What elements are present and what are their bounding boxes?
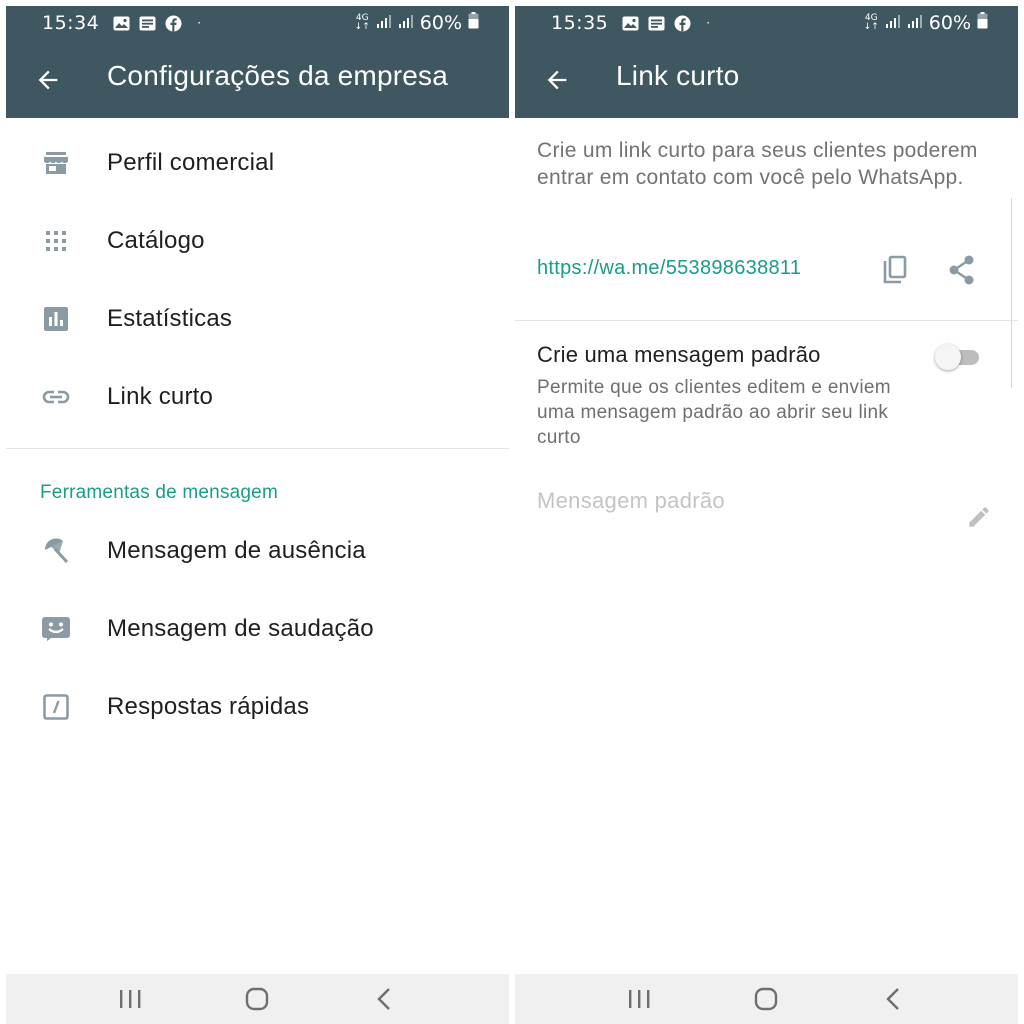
status-bar: 15:34 · 4G ↓↑ 60% xyxy=(6,6,509,40)
signal-icon xyxy=(885,12,901,34)
arrow-back-icon[interactable] xyxy=(34,66,62,94)
default-message-toggle[interactable] xyxy=(935,343,981,371)
menu-item-label: Respostas rápidas xyxy=(107,693,310,720)
status-time: 15:35 xyxy=(551,12,609,34)
menu-item-catalog[interactable]: Catálogo xyxy=(6,206,509,276)
system-back-icon[interactable] xyxy=(365,979,405,1019)
signal-icon-sim2 xyxy=(398,12,414,34)
status-time: 15:34 xyxy=(42,12,100,34)
menu-item-label: Catálogo xyxy=(107,227,205,254)
message-notification-icon xyxy=(139,16,156,31)
gallery-notification-icon xyxy=(113,16,130,31)
home-icon[interactable] xyxy=(237,979,277,1019)
menu-item-away-message[interactable]: Mensagem de ausência xyxy=(6,516,509,586)
facebook-notification-icon xyxy=(165,15,182,32)
quick-reply-icon xyxy=(42,693,70,721)
facebook-notification-icon xyxy=(674,15,691,32)
battery-percent: 60% xyxy=(928,12,971,34)
system-nav-bar xyxy=(515,974,1018,1024)
edit-pencil-icon[interactable] xyxy=(959,497,999,537)
menu-item-label: Estatísticas xyxy=(107,305,233,332)
arrow-back-icon[interactable] xyxy=(543,66,571,94)
menu-item-business-profile[interactable]: Perfil comercial xyxy=(6,128,509,198)
app-bar: Configurações da empresa xyxy=(6,40,509,118)
page-title: Link curto xyxy=(616,60,740,91)
toggle-thumb xyxy=(935,344,961,370)
status-dot: · xyxy=(197,16,202,30)
link-icon xyxy=(42,383,70,411)
card-edge-left xyxy=(515,198,521,388)
menu-item-quick-replies[interactable]: Respostas rápidas xyxy=(6,672,509,742)
business-settings-screen: 15:34 · 4G ↓↑ 60% Configurações da empre… xyxy=(6,0,509,1024)
link-divider xyxy=(515,320,1018,321)
menu-item-label: Link curto xyxy=(107,383,214,410)
battery-icon xyxy=(977,12,988,34)
bar-chart-icon xyxy=(42,305,70,333)
system-back-icon[interactable] xyxy=(874,979,914,1019)
menu-item-label: Perfil comercial xyxy=(107,149,275,176)
network-type: 4G ↓↑ xyxy=(354,13,370,32)
menu-item-label: Mensagem de ausência xyxy=(107,537,366,564)
short-link-screen: 15:35 · 4G ↓↑ 60% Link curto Crie um lin… xyxy=(515,0,1018,1024)
signal-icon xyxy=(376,12,392,34)
battery-icon xyxy=(468,12,479,34)
status-bar: 15:35 · 4G ↓↑ 60% xyxy=(515,6,1018,40)
network-type: 4G ↓↑ xyxy=(863,13,879,32)
recent-apps-icon[interactable] xyxy=(110,979,150,1019)
card-edge-right xyxy=(1011,198,1018,388)
page-title: Configurações da empresa xyxy=(107,60,448,91)
default-message-field[interactable]: Mensagem padrão xyxy=(537,488,725,514)
beach-umbrella-icon xyxy=(42,537,70,565)
app-bar: Link curto xyxy=(515,40,1018,118)
short-link-url[interactable]: https://wa.me/553898638811 xyxy=(537,257,801,280)
gallery-notification-icon xyxy=(622,16,639,31)
section-title-messaging-tools: Ferramentas de mensagem xyxy=(40,482,278,503)
menu-item-label: Mensagem de saudação xyxy=(107,615,374,642)
menu-item-short-link[interactable]: Link curto xyxy=(6,362,509,432)
home-icon[interactable] xyxy=(746,979,786,1019)
message-notification-icon xyxy=(648,16,665,31)
default-message-toggle-title: Crie uma mensagem padrão xyxy=(537,342,821,367)
battery-percent: 60% xyxy=(419,12,462,34)
section-divider xyxy=(6,448,509,449)
copy-icon[interactable] xyxy=(875,250,915,290)
short-link-description: Crie um link curto para seus clientes po… xyxy=(537,139,978,189)
status-dot: · xyxy=(706,16,711,30)
grid-dots-icon xyxy=(42,227,70,255)
smile-message-icon xyxy=(42,615,70,643)
share-icon[interactable] xyxy=(942,250,982,290)
signal-icon-sim2 xyxy=(907,12,923,34)
menu-item-statistics[interactable]: Estatísticas xyxy=(6,284,509,354)
default-message-toggle-subtitle: Permite que os clientes editem e enviem … xyxy=(537,377,891,448)
menu-item-greeting-message[interactable]: Mensagem de saudação xyxy=(6,594,509,664)
system-nav-bar xyxy=(6,974,509,1024)
storefront-icon xyxy=(42,149,70,177)
recent-apps-icon[interactable] xyxy=(619,979,659,1019)
